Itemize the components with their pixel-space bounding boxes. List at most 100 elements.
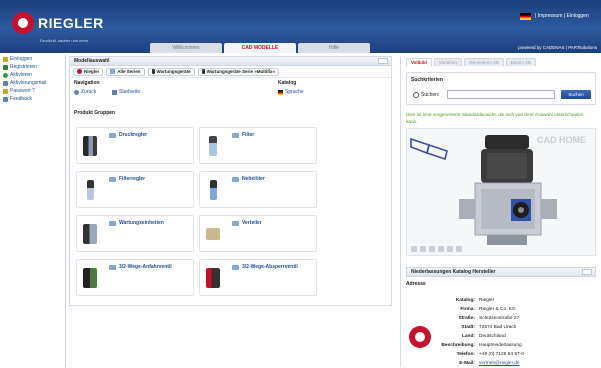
search-button[interactable]: Suchen (561, 90, 591, 99)
product-name: Nebelöler (242, 176, 265, 182)
tab-bauen-3d[interactable]: Bauen 3D (505, 58, 536, 66)
riegler-icon (77, 69, 82, 74)
product-tile[interactable]: Nebelöler (199, 171, 317, 208)
search-input[interactable] (447, 90, 555, 99)
breadcrumb-label: Riegler (84, 69, 100, 74)
view-tabs: Vollbild Variables Generieren 3D Bauen 3… (406, 58, 600, 67)
mail-icon (3, 80, 8, 86)
search-label: Suchen: (421, 92, 440, 98)
product-tile[interactable]: Verteiler (199, 215, 317, 252)
sidebar-item-passwort[interactable]: Passwort ? (0, 87, 65, 95)
sidebar: Einloggen Registrieren Aktivieren Aktivi… (0, 55, 66, 367)
key-icon (3, 88, 8, 94)
brand-tagline: Druckluft, sauber und mehr (40, 38, 89, 43)
address-key: Firma: (460, 307, 475, 312)
3d-viewer[interactable]: CAD HOME (406, 128, 596, 256)
breadcrumb-riegler[interactable]: Riegler (73, 67, 104, 76)
home-link[interactable]: Startseite (112, 89, 140, 95)
3d-model-render (410, 135, 557, 245)
address-row: Firma: Riegler & Co. KG (439, 305, 524, 314)
rotate-icon[interactable] (411, 246, 417, 252)
back-label: Zurück (81, 89, 97, 95)
panel-collapse-button[interactable] (378, 58, 388, 64)
glasses-icon (410, 137, 448, 161)
product-tile[interactable]: Druckregler (76, 127, 194, 164)
navigation-row: Navigation Zurück Startseite Katalog Spr… (70, 78, 391, 98)
address-value: Hauptniederlassung (479, 343, 522, 348)
regulator-body (459, 135, 557, 245)
address-value: Schützenstraße 27 (479, 316, 520, 321)
tab-generieren-3d[interactable]: Generieren 3D (464, 58, 504, 66)
folder-icon (109, 221, 116, 226)
top-links[interactable]: | Impressum | Einloggen (535, 13, 589, 19)
nebeloeler-image (210, 180, 217, 200)
sidebar-item-label: Aktivieren (10, 72, 32, 78)
main-tabs: Willkommen CAD MODELLE Hilfe (150, 43, 372, 53)
viewer-toolbar (411, 246, 465, 252)
tab-hilfe[interactable]: Hilfe (298, 43, 370, 53)
fit-icon[interactable] (438, 246, 444, 252)
folder-icon (232, 133, 239, 138)
address-value: 72574 Bad Urach (479, 325, 517, 330)
language-link[interactable]: Sprache (278, 89, 304, 95)
product-tile[interactable]: Filter (199, 127, 317, 164)
absperrventil-image (206, 268, 220, 288)
product-name: Wartungseinheiten (119, 220, 164, 226)
address-key: Katalog: (455, 298, 475, 303)
preview-panel: Vollbild Variables Generieren 3D Bauen 3… (400, 56, 600, 367)
sidebar-item-registrieren[interactable]: Registrieren (0, 63, 65, 71)
back-link[interactable]: Zurück (74, 89, 96, 95)
product-tile[interactable]: Filterregler (76, 171, 194, 208)
address-key: Stadt: (461, 325, 475, 330)
sidebar-item-label: Passwort ? (10, 88, 35, 94)
address-row: Beschreibung: Hauptniederlassung (439, 341, 524, 350)
sidebar-item-label: Einloggen (10, 56, 33, 62)
product-name: 3/2-Wege-Absperrventil (242, 264, 298, 270)
home-label: Startseite (119, 89, 141, 95)
navigation-label: Navigation (74, 80, 100, 86)
address-row: Land: Deutschland (439, 332, 524, 341)
sidebar-item-label: Feedback (10, 96, 32, 102)
feedback-icon (3, 96, 8, 102)
panel-collapse-button[interactable] (582, 269, 592, 275)
breadcrumb-wartungsgeraete[interactable]: Wartungsgeräte (147, 67, 195, 76)
product-tile[interactable]: 3/2-Wege-Anfahrventil (76, 259, 194, 296)
sidebar-item-aktivierungsmail[interactable]: Aktivierungsmail (0, 79, 65, 87)
default-view-hint: Dies ist eine vorgenerierte Standardansi… (406, 112, 584, 124)
folder-icon (109, 133, 116, 138)
product-tile[interactable]: 3/2-Wege-Absperrventil (199, 259, 317, 296)
address-key: Straße: (458, 316, 475, 321)
breadcrumb-multifix[interactable]: Wartungsgeräte Serie »Multifix« (197, 67, 279, 76)
german-flag-icon[interactable] (520, 13, 531, 20)
riegler-logo[interactable]: RIEGLER (12, 12, 104, 34)
panel-title: Modellauswahl (70, 57, 391, 66)
tab-variables[interactable]: Variables (433, 58, 463, 66)
key-icon (3, 56, 8, 62)
folder-icon (110, 69, 116, 74)
model-selection-panel: Modellauswahl Riegler Alle Serien Wartun… (69, 56, 392, 306)
sidebar-item-einloggen[interactable]: Einloggen (0, 55, 65, 63)
anfahrventil-image (83, 268, 97, 288)
tab-vollbild[interactable]: Vollbild (406, 58, 432, 66)
measure-icon[interactable] (456, 246, 462, 252)
back-arrow-icon (74, 89, 79, 95)
breadcrumb-label: Wartungsgeräte Serie »Multifix« (206, 69, 275, 74)
address-row: Stadt: 72574 Bad Urach (439, 323, 524, 332)
address-value: Riegler (479, 298, 495, 303)
zoom-icon[interactable] (420, 246, 426, 252)
breadcrumb-alle-serien[interactable]: Alle Serien (106, 67, 145, 76)
product-tile[interactable]: Wartungseinheiten (76, 215, 194, 252)
sidebar-item-aktivieren[interactable]: Aktivieren (0, 71, 65, 79)
address-key: Telefon: (456, 352, 475, 357)
view-icon[interactable] (447, 246, 453, 252)
tab-cad-modelle[interactable]: CAD MODELLE (224, 43, 296, 53)
wartungseinheiten-image (83, 224, 97, 244)
pan-icon[interactable] (429, 246, 435, 252)
adresse-label: Adresse (406, 281, 426, 287)
tab-willkommen[interactable]: Willkommen (150, 43, 222, 53)
sidebar-item-feedback[interactable]: Feedback (0, 95, 65, 103)
product-icon (201, 69, 205, 74)
address-value: Riegler & Co. KG (479, 307, 516, 312)
sidebar-item-label: Registrieren (10, 64, 37, 70)
verteiler-image (206, 228, 220, 240)
